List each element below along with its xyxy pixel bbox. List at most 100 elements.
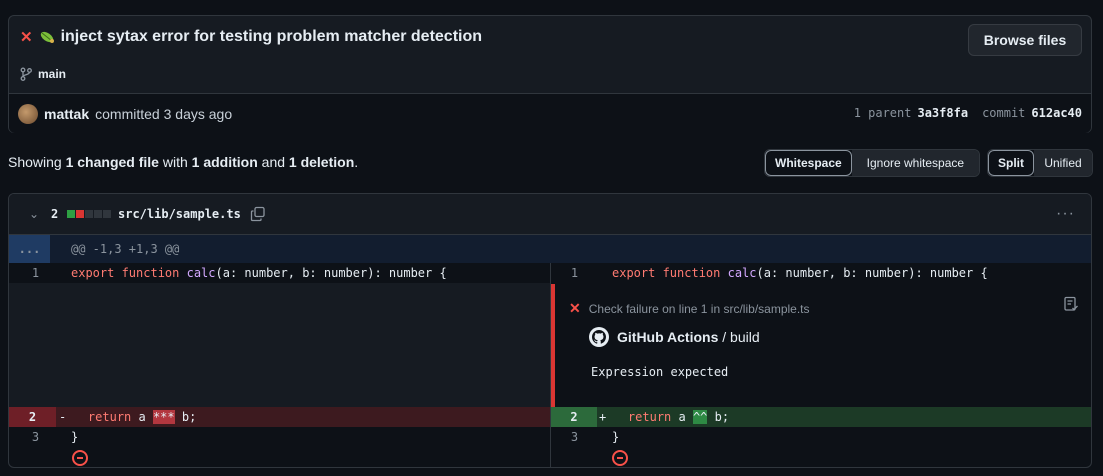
git-branch-icon bbox=[20, 67, 32, 81]
code-highlight: ^^ bbox=[692, 410, 708, 424]
github-logo-icon bbox=[589, 327, 609, 347]
author-name[interactable]: mattak bbox=[44, 106, 89, 122]
diffstat-add-block bbox=[67, 210, 75, 218]
split-button[interactable]: Split bbox=[988, 150, 1034, 176]
author-info: mattak committed 3 days ago bbox=[18, 104, 232, 124]
diff-line-left-2: 2 - return a *** b; bbox=[9, 407, 550, 427]
code-highlight: *** bbox=[152, 410, 175, 424]
summary-deletions: 1 deletion bbox=[288, 154, 355, 170]
diff-line-left-1: 1 export function calc(a: number, b: num… bbox=[9, 263, 550, 283]
code-function: calc bbox=[186, 266, 216, 280]
annotation-title: Check failure on line 1 in src/lib/sampl… bbox=[588, 301, 810, 316]
commit-title: ✕ inject sytax error for testing problem… bbox=[20, 28, 482, 46]
file-header: ⌄ 2 src/lib/sample.ts ··· bbox=[9, 194, 1091, 235]
kebab-menu-icon[interactable]: ··· bbox=[1056, 205, 1075, 223]
annotation-header: ✕ Check failure on line 1 in src/lib/sam… bbox=[569, 300, 810, 317]
annotation-source-job[interactable]: build bbox=[730, 329, 760, 345]
summary-period: . bbox=[354, 154, 359, 170]
no-newline-icon[interactable] bbox=[612, 450, 628, 466]
summary-changed: 1 changed file bbox=[65, 154, 159, 170]
diff-summary: Showing 1 changed file with 1 addition a… bbox=[8, 154, 358, 170]
code-line: export function calc(a: number, b: numbe… bbox=[612, 266, 988, 280]
diff-line-left-3: 3 } bbox=[9, 427, 550, 447]
code-line: - return a *** b; bbox=[59, 410, 196, 424]
commit-summary: ✕ inject sytax error for testing problem… bbox=[9, 16, 1091, 93]
line-number[interactable]: 2 bbox=[9, 407, 56, 427]
annotation-source-text: GitHub Actions / build bbox=[617, 329, 760, 345]
x-icon: ✕ bbox=[569, 300, 581, 316]
x-icon[interactable]: ✕ bbox=[20, 28, 33, 46]
diff-line-right-1: 1 export function calc(a: number, b: num… bbox=[551, 263, 1091, 283]
commit-meta: 1 parent 3a3f8fa commit 612ac40 bbox=[854, 106, 1082, 120]
code-keyword: export function bbox=[612, 266, 728, 280]
line-number[interactable]: 1 bbox=[554, 266, 595, 280]
diffstat-del-block bbox=[76, 210, 84, 218]
line-number[interactable]: 3 bbox=[554, 430, 595, 444]
summary-with: with bbox=[162, 154, 188, 170]
left-placeholder bbox=[9, 283, 550, 407]
summary-additions: 1 addition bbox=[191, 154, 258, 170]
commit-label: commit bbox=[982, 106, 1026, 120]
diff-line-right-2: 2 + return a ^^ b; bbox=[551, 407, 1091, 427]
hunk-header: ... @@ -1,3 +1,3 @@ bbox=[9, 235, 1091, 263]
parent-sha[interactable]: 3a3f8fa bbox=[917, 106, 968, 120]
change-count: 2 bbox=[51, 207, 59, 221]
bug-emoji-icon bbox=[40, 31, 54, 43]
diffstat-neutral-block bbox=[85, 210, 93, 218]
code-line: export function calc(a: number, b: numbe… bbox=[71, 266, 447, 280]
code-text: b; bbox=[707, 410, 730, 424]
code-text: (a: number, b: number): number { bbox=[215, 266, 447, 280]
annotation-source: GitHub Actions / build bbox=[589, 327, 760, 347]
code-line: + return a ^^ b; bbox=[599, 410, 729, 424]
no-newline-icon[interactable] bbox=[72, 450, 88, 466]
summary-and: and bbox=[261, 154, 286, 170]
commit-author-bar: mattak committed 3 days ago 1 parent 3a3… bbox=[9, 93, 1091, 133]
whitespace-button[interactable]: Whitespace bbox=[765, 150, 852, 176]
code-text: b; bbox=[174, 410, 197, 424]
annotation-source-name[interactable]: GitHub Actions bbox=[617, 329, 718, 345]
line-number[interactable]: 3 bbox=[15, 430, 56, 444]
diffstat-neutral-block bbox=[103, 210, 111, 218]
code-text: a bbox=[678, 410, 693, 424]
code-keyword: return bbox=[87, 410, 139, 424]
parent-label: 1 parent bbox=[853, 106, 912, 120]
code-line: } bbox=[612, 430, 620, 444]
code-keyword: return bbox=[627, 410, 679, 424]
branch-name: main bbox=[38, 67, 67, 81]
code-text: a bbox=[138, 410, 153, 424]
code-text: (a: number, b: number): number { bbox=[756, 266, 988, 280]
checklist-icon[interactable] bbox=[1063, 296, 1079, 312]
split-divider bbox=[550, 263, 551, 467]
chevron-down-icon[interactable]: ⌄ bbox=[29, 207, 39, 221]
browse-files-button[interactable]: Browse files bbox=[968, 24, 1082, 56]
file-path[interactable]: src/lib/sample.ts bbox=[118, 207, 241, 221]
diff-line-right-3: 3 } bbox=[551, 427, 1091, 447]
hunk-header-text: @@ -1,3 +1,3 @@ bbox=[71, 242, 180, 256]
file-diff: ⌄ 2 src/lib/sample.ts ··· ... @@ -1,3 +1… bbox=[8, 193, 1092, 468]
line-number[interactable]: 2 bbox=[551, 407, 597, 427]
whitespace-toggle: Whitespace Ignore whitespace bbox=[764, 149, 980, 177]
diffstat bbox=[67, 210, 111, 218]
diffstat-neutral-block bbox=[94, 210, 102, 218]
committed-time: committed 3 days ago bbox=[95, 106, 233, 122]
ignore-whitespace-button[interactable]: Ignore whitespace bbox=[851, 150, 979, 176]
code-line: } bbox=[71, 430, 79, 444]
code-function: calc bbox=[727, 266, 757, 280]
summary-showing: Showing bbox=[8, 154, 62, 170]
expand-hunk-button[interactable]: ... bbox=[9, 235, 50, 263]
check-annotation: ✕ Check failure on line 1 in src/lib/sam… bbox=[551, 284, 1091, 407]
commit-title-text: inject sytax error for testing problem m… bbox=[60, 28, 483, 45]
avatar[interactable] bbox=[18, 104, 38, 124]
code-keyword: export function bbox=[71, 266, 187, 280]
commit-sha: 612ac40 bbox=[1031, 106, 1082, 120]
line-number[interactable]: 1 bbox=[15, 266, 56, 280]
annotation-message: Expression expected bbox=[591, 365, 729, 379]
commit-header: ✕ inject sytax error for testing problem… bbox=[8, 15, 1092, 133]
unified-button[interactable]: Unified bbox=[1034, 150, 1092, 176]
copy-icon[interactable] bbox=[250, 206, 266, 222]
branch[interactable]: main bbox=[20, 67, 66, 81]
annotation-source-separator: / bbox=[718, 329, 731, 345]
view-mode-toggle: Split Unified bbox=[987, 149, 1093, 177]
